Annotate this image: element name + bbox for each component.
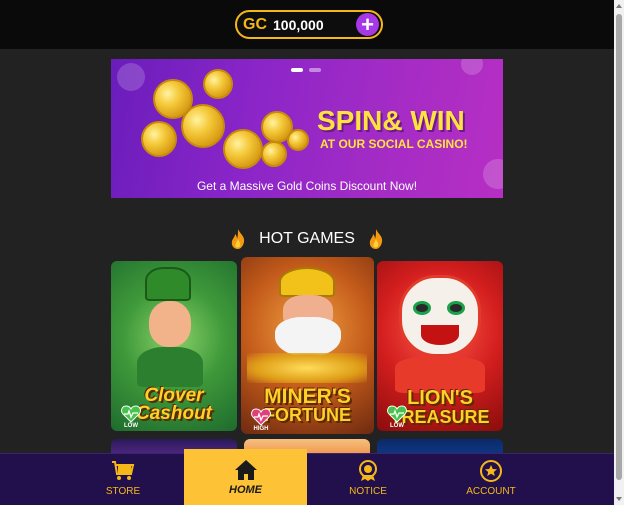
gold-coin-image (181, 104, 225, 148)
volatility-label: LOW (124, 423, 138, 429)
scroll-up-arrow-icon[interactable] (616, 4, 622, 8)
gold-coin-image (287, 129, 309, 151)
decor-bubble (117, 63, 145, 91)
nav-label: ACCOUNT (466, 486, 516, 497)
heart-pulse-icon (387, 405, 407, 423)
gold-coin-balance[interactable]: GC 100,000 + (235, 10, 383, 39)
nav-label: STORE (105, 486, 141, 497)
promo-banner[interactable]: SPIN& WIN AT OUR SOCIAL CASINO! Get a Ma… (111, 59, 503, 198)
nav-label: HOME (229, 484, 262, 496)
carousel-dot[interactable] (309, 68, 321, 72)
decor-bubble (461, 59, 483, 75)
nav-home[interactable]: HOME (184, 449, 307, 505)
banner-footer: Get a Massive Gold Coins Discount Now! (196, 179, 418, 193)
section-title: HOT GAMES (259, 230, 355, 247)
gold-coin-image (141, 121, 177, 157)
game-card-clover-cashout[interactable]: Clover Cashout LOW (111, 261, 237, 431)
volatility-label: HIGH (253, 426, 269, 432)
hot-games-heading: HOT GAMES (111, 226, 503, 252)
gold-coin-image (203, 69, 233, 99)
add-coins-button[interactable]: + (356, 13, 379, 36)
lion-eye (413, 301, 431, 315)
volatility-badge: HIGH (247, 408, 275, 432)
character-hat (145, 267, 191, 301)
home-icon (234, 460, 257, 480)
game-card-lions-treasure[interactable]: LION'S TREASURE LOW (377, 261, 503, 431)
carousel-dot[interactable] (291, 68, 303, 72)
gold-pile (247, 353, 367, 383)
heart-pulse-icon (251, 408, 271, 426)
banner-title: SPIN& WIN (317, 105, 465, 136)
balance-value: 100,000 (273, 16, 324, 33)
lion-eye (447, 301, 465, 315)
gold-coin-image (223, 129, 263, 169)
notice-icon (359, 460, 377, 481)
character-face (149, 301, 191, 347)
volatility-label: LOW (390, 423, 404, 429)
nav-notice[interactable]: NOTICE (308, 454, 428, 505)
banner-subtitle: AT OUR SOCIAL CASINO! (320, 137, 468, 151)
scrollbar-thumb[interactable] (616, 14, 622, 480)
page-scrollbar[interactable] (614, 0, 624, 505)
nav-account[interactable]: ACCOUNT (431, 454, 551, 505)
character-beard (275, 317, 341, 357)
nav-store[interactable]: STORE (63, 454, 183, 505)
game-card-miners-fortune[interactable]: MINER'S FORTUNE HIGH (241, 257, 374, 434)
account-icon (480, 460, 502, 482)
character-helmet (279, 267, 335, 297)
cart-icon (112, 461, 135, 480)
heart-pulse-icon (121, 405, 141, 423)
fire-icon (231, 229, 245, 249)
character-body (137, 347, 203, 387)
volatility-badge: LOW (383, 405, 411, 429)
lion-mouth (421, 325, 459, 345)
currency-label: GC (243, 15, 267, 33)
gold-coin-image (261, 141, 287, 167)
top-bar: GC 100,000 + (0, 0, 614, 49)
carousel-indicators (291, 68, 321, 72)
scroll-down-arrow-icon[interactable] (616, 497, 622, 501)
nav-label: NOTICE (349, 486, 387, 497)
fire-icon (369, 229, 382, 249)
bottom-navigation: STORE NOTICE ACCOUNT (0, 453, 614, 505)
volatility-badge: LOW (117, 405, 145, 429)
